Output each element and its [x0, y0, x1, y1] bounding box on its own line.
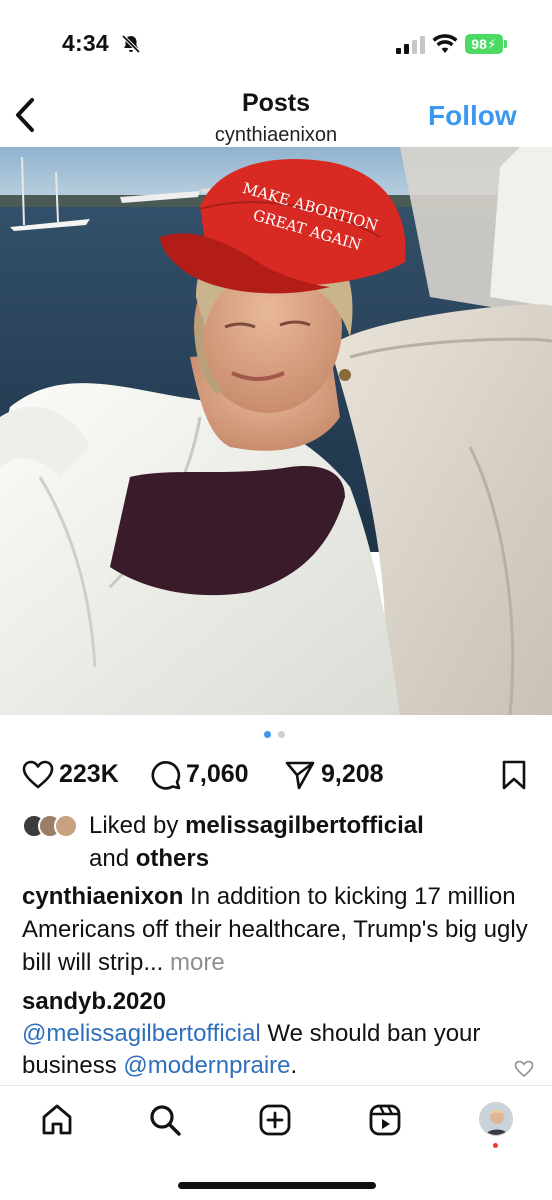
liked-by-line: Liked by melissagilbertofficial [89, 812, 424, 840]
carousel-dot-active [264, 731, 271, 738]
liked-by-others-line: and others [89, 845, 209, 873]
post-image[interactable]: MAKE ABORTION GREAT AGAIN [0, 147, 552, 715]
carousel-indicator [264, 731, 294, 741]
profile-avatar-image [480, 1103, 512, 1135]
avatar [54, 814, 78, 838]
likes-count[interactable]: 223K [59, 760, 119, 789]
comments-count[interactable]: 7,060 [186, 760, 249, 789]
comment-icon[interactable] [150, 760, 182, 790]
caption-username[interactable]: cynthiaenixon [22, 883, 183, 910]
reels-icon[interactable] [368, 1103, 402, 1137]
carousel-dot [278, 731, 285, 738]
liked-by-prefix: Liked by [89, 812, 179, 839]
home-icon[interactable] [40, 1103, 74, 1137]
caption-more-link[interactable]: more [170, 949, 225, 976]
heart-icon[interactable] [22, 760, 54, 790]
liked-by-avatars [22, 814, 84, 838]
post-photo-illustration: MAKE ABORTION GREAT AGAIN [0, 147, 552, 715]
cellular-signal-icon [396, 36, 425, 54]
status-time: 4:34 [62, 30, 109, 56]
shares-count[interactable]: 9,208 [321, 760, 384, 789]
follow-button[interactable]: Follow [428, 100, 517, 132]
liked-by-others[interactable]: others [136, 845, 209, 872]
comment-like-heart-icon[interactable] [514, 1060, 534, 1078]
battery-level: 98 [471, 36, 487, 52]
bookmark-icon[interactable] [500, 760, 528, 790]
notification-dot [493, 1143, 498, 1148]
search-icon[interactable] [148, 1103, 182, 1137]
home-indicator [178, 1182, 376, 1189]
comment-text-end: . [290, 1052, 298, 1079]
comment-mention[interactable]: @melissagilbertofficial [22, 1020, 261, 1047]
battery-tip [504, 40, 507, 48]
status-bar: 4:34 98⚡ [0, 0, 552, 90]
post-caption: cynthiaenixon In addition to kicking 17 … [22, 880, 532, 979]
bottom-nav [0, 1085, 552, 1200]
create-icon[interactable] [258, 1103, 292, 1137]
post-header: Posts cynthiaenixon Follow [0, 86, 552, 146]
battery-charging-icon: 98⚡ [465, 34, 503, 54]
comment-username[interactable]: sandyb.2020 [22, 988, 166, 1015]
bell-slash-icon [121, 34, 141, 54]
comment-preview: sandyb.2020 @melissagilbertofficial We s… [22, 986, 522, 1082]
comment-mention-2[interactable]: @modernpraire [123, 1052, 290, 1079]
post-actions: 223K 7,060 9,208 [0, 752, 552, 796]
liked-by-and: and [89, 845, 130, 872]
profile-avatar[interactable] [479, 1102, 513, 1136]
share-icon[interactable] [284, 760, 316, 790]
liked-by-user[interactable]: melissagilbertofficial [185, 812, 424, 839]
wifi-icon [432, 34, 458, 53]
